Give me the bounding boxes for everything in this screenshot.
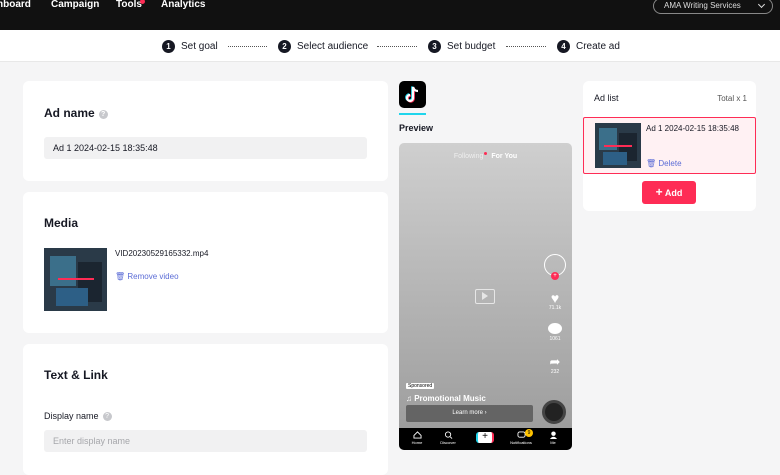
like-icon: ♥ 71.1k bbox=[546, 291, 564, 311]
sponsored-badge: Sponsored bbox=[406, 383, 435, 389]
delete-ad-link[interactable]: 🗑 Delete bbox=[646, 159, 682, 168]
step-set-goal[interactable]: 1 Set goal bbox=[162, 39, 218, 53]
profile-icon: Me bbox=[538, 431, 568, 445]
share-icon: ➦ 232 bbox=[546, 355, 564, 376]
ad-list-title: Ad list bbox=[594, 93, 619, 103]
step-number: 1 bbox=[162, 39, 175, 53]
trash-icon: 🗑 bbox=[115, 272, 126, 281]
add-ad-button[interactable]: + Add bbox=[642, 181, 696, 204]
nav-campaign[interactable]: Campaign bbox=[51, 0, 99, 10]
comment-icon: 1061 bbox=[546, 323, 564, 342]
avatar: + bbox=[544, 254, 566, 280]
display-name-input[interactable]: Enter display name bbox=[44, 430, 367, 452]
step-divider bbox=[506, 46, 546, 47]
display-name-label: Display name? bbox=[44, 411, 112, 421]
media-title: Media bbox=[44, 216, 79, 230]
music-disc-icon bbox=[542, 400, 566, 424]
ad-list-item[interactable]: Ad 1 2024-02-15 18:35:48 🗑 Delete bbox=[583, 117, 756, 174]
help-icon[interactable]: ? bbox=[102, 412, 112, 421]
step-label: Select audience bbox=[297, 40, 369, 52]
step-number: 4 bbox=[557, 39, 570, 53]
ad-name-card: Ad name? Ad 1 2024-02-15 18:35:48 bbox=[23, 81, 388, 181]
step-number: 2 bbox=[278, 39, 291, 53]
home-icon: Home bbox=[402, 431, 432, 445]
step-label: Create ad bbox=[576, 40, 620, 52]
remove-video-link[interactable]: 🗑 Remove video bbox=[115, 272, 179, 281]
phone-bottom-nav: Home Discover + Notifications 9 Me bbox=[399, 428, 572, 450]
step-divider bbox=[228, 46, 267, 47]
notification-badge: 9 bbox=[525, 429, 533, 437]
tools-notification-dot bbox=[140, 0, 145, 4]
media-card: Media VID20230529165332.mp4 🗑 Remove vid… bbox=[23, 192, 388, 333]
like-count: 71.1k bbox=[548, 305, 562, 311]
discover-icon: Discover bbox=[433, 431, 463, 445]
preview-label: Preview bbox=[399, 123, 434, 133]
account-name: AMA Writing Services bbox=[664, 1, 741, 10]
text-link-title: Text & Link bbox=[44, 368, 108, 382]
account-selector[interactable]: AMA Writing Services bbox=[653, 0, 773, 14]
help-icon[interactable]: ? bbox=[98, 110, 108, 119]
learn-more-button: Learn more › bbox=[406, 405, 533, 422]
step-divider bbox=[377, 46, 417, 47]
step-label: Set budget bbox=[447, 40, 496, 52]
text-link-card: Text & Link Display name? Enter display … bbox=[23, 344, 388, 475]
create-icon: + bbox=[476, 432, 494, 443]
chevron-down-icon bbox=[757, 0, 766, 9]
top-nav: nboard Campaign Tools Analytics AMA Writ… bbox=[0, 0, 780, 30]
trash-icon: 🗑 bbox=[646, 159, 657, 168]
ad-item-name: Ad 1 2024-02-15 18:35:48 bbox=[646, 124, 739, 133]
phone-preview: Following For You + ♥ 71.1k 1061 ➦ 232 S… bbox=[399, 143, 572, 450]
comment-count: 1061 bbox=[549, 336, 561, 342]
music-label: ♫ Promotional Music bbox=[406, 394, 486, 403]
share-count: 232 bbox=[550, 369, 560, 375]
ad-name-input[interactable]: Ad 1 2024-02-15 18:35:48 bbox=[44, 137, 367, 159]
video-filename: VID20230529165332.mp4 bbox=[115, 249, 209, 258]
step-select-audience[interactable]: 2 Select audience bbox=[278, 39, 368, 53]
ad-thumbnail bbox=[595, 123, 641, 168]
step-number: 3 bbox=[428, 39, 441, 53]
nav-tools[interactable]: Tools bbox=[116, 0, 142, 10]
step-set-budget[interactable]: 3 Set budget bbox=[428, 39, 495, 53]
step-create-ad[interactable]: 4 Create ad bbox=[557, 39, 620, 53]
live-dot bbox=[484, 152, 487, 155]
tiktok-placement-icon[interactable] bbox=[399, 81, 426, 108]
video-placeholder-icon bbox=[475, 289, 495, 304]
plus-icon: + bbox=[655, 185, 663, 199]
selected-tab-indicator bbox=[399, 113, 426, 115]
tab-for-you: For You bbox=[491, 153, 518, 160]
ad-name-title: Ad name? bbox=[44, 106, 108, 120]
ad-list-total: Total x 1 bbox=[717, 94, 747, 103]
step-label: Set goal bbox=[181, 40, 218, 52]
nav-analytics[interactable]: Analytics bbox=[161, 0, 205, 10]
steps-bar: 1 Set goal 2 Select audience 3 Set budge… bbox=[0, 30, 780, 62]
tiktok-logo-icon bbox=[405, 86, 419, 103]
tab-following: Following bbox=[453, 153, 484, 160]
nav-dashboard[interactable]: nboard bbox=[0, 0, 31, 10]
video-thumbnail bbox=[44, 248, 107, 311]
